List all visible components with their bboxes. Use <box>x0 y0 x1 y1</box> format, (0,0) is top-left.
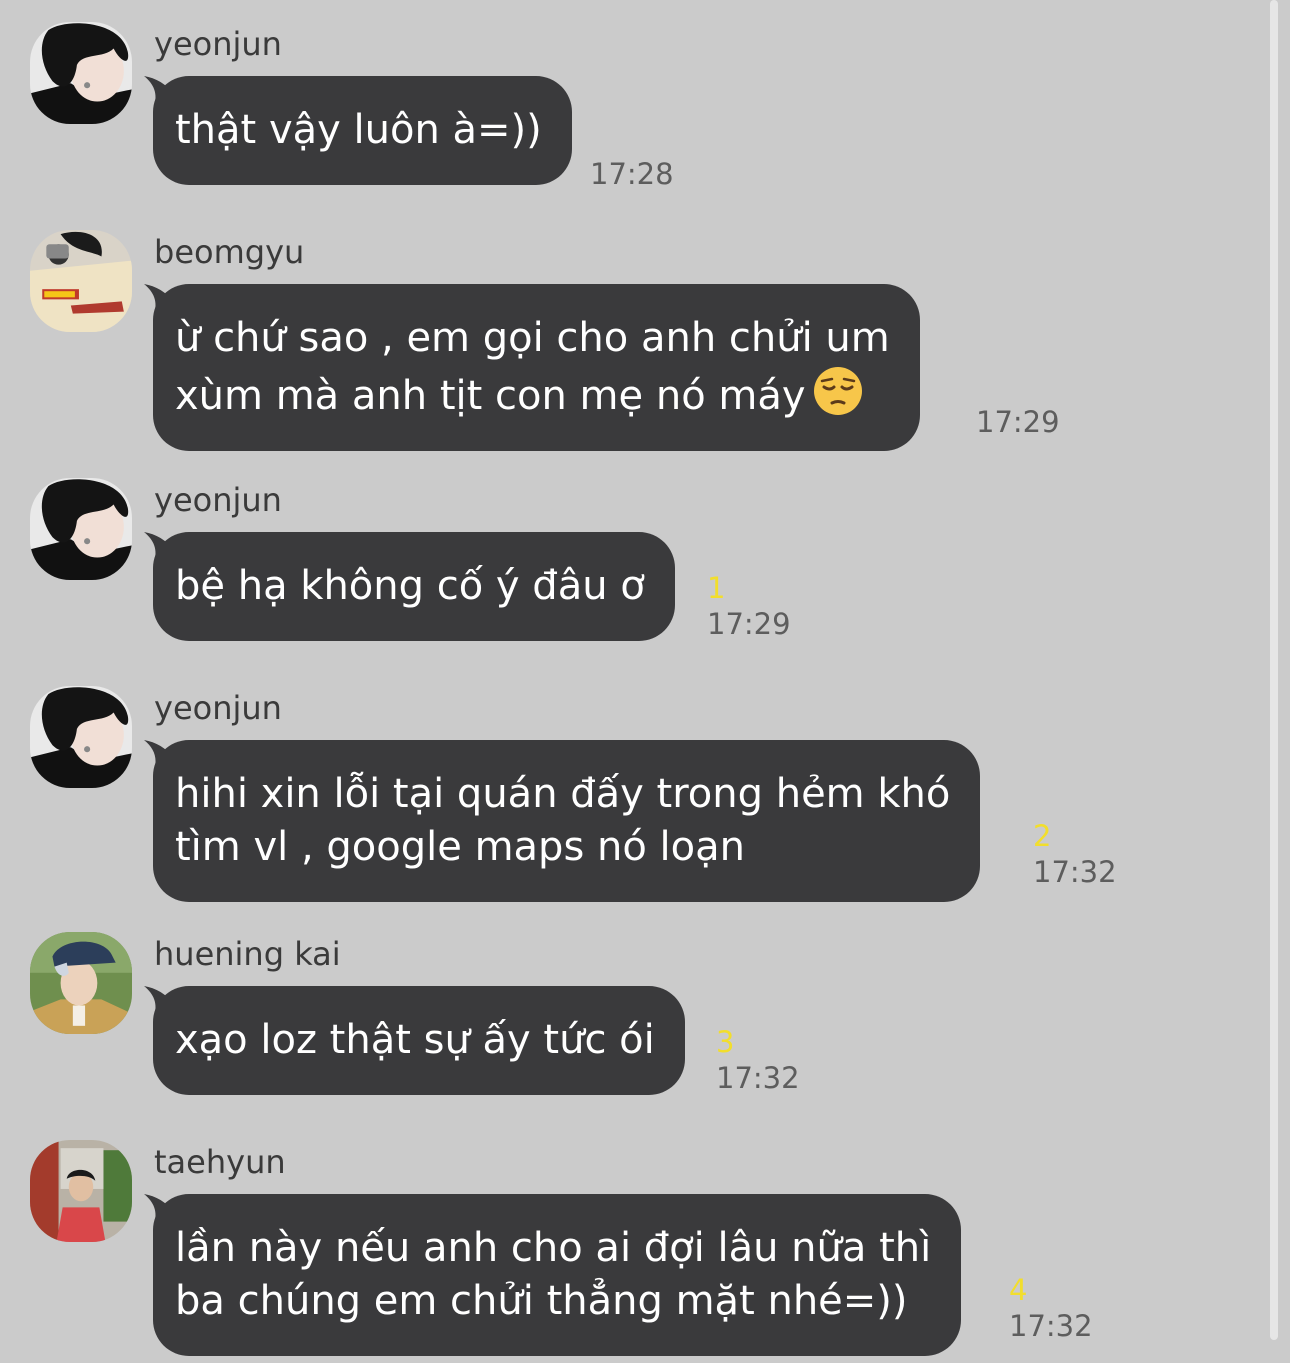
message-bubble[interactable]: hihi xin lỗi tại quán đấy trong hẻm khó … <box>153 740 981 902</box>
avatar-taehyun-icon[interactable] <box>30 1140 132 1242</box>
message-time: 17:32 <box>716 1061 800 1095</box>
avatar-hueningkai-icon[interactable] <box>30 932 132 1034</box>
message-meta: 17:29 <box>976 404 1060 440</box>
sender-name: yeonjun <box>154 689 282 727</box>
message-time: 17:29 <box>976 405 1060 439</box>
message-time: 17:29 <box>707 607 791 641</box>
avatar-yeonjun-icon[interactable] <box>30 478 132 580</box>
message-meta: 2 17:32 <box>1033 818 1117 890</box>
message-line-wrap: xùm mà anh tịt con mẹ nó máy <box>175 365 890 423</box>
message-meta: 1 17:29 <box>707 570 791 642</box>
message-time: 17:32 <box>1009 1309 1093 1343</box>
sender-name: beomgyu <box>154 233 305 271</box>
message-line: xùm mà anh tịt con mẹ nó máy <box>175 373 806 419</box>
message-line: tìm vl , google maps nó loạn <box>175 824 745 870</box>
message-bubble[interactable]: ừ chứ sao , em gọi cho anh chửi um xùm m… <box>153 284 920 451</box>
message-line: hihi xin lỗi tại quán đấy trong hẻm khó <box>175 771 951 817</box>
message-line: ừ chứ sao , em gọi cho anh chửi um <box>175 315 890 361</box>
sender-name: yeonjun <box>154 481 282 519</box>
message-meta: 17:28 <box>590 156 674 192</box>
avatar-yeonjun-icon[interactable] <box>30 686 132 788</box>
message-line: bệ hạ không cố ý đâu ơ <box>175 563 645 609</box>
message-meta: 4 17:32 <box>1009 1272 1093 1344</box>
message-meta: 3 17:32 <box>716 1024 800 1096</box>
message-line: thật vậy luôn à=)) <box>175 107 542 153</box>
message-time: 17:32 <box>1033 855 1117 889</box>
avatar-beomgyu-icon[interactable] <box>30 230 132 332</box>
avatar-yeonjun-icon[interactable] <box>30 22 132 124</box>
unread-count: 2 <box>1033 819 1052 853</box>
sender-name: taehyun <box>154 1143 286 1181</box>
unread-count: 4 <box>1009 1273 1028 1307</box>
sender-name: huening kai <box>154 935 341 973</box>
message-line: ba chúng em chửi thẳng mặt nhé=)) <box>175 1278 908 1324</box>
message-bubble[interactable]: thật vậy luôn à=)) <box>153 76 572 185</box>
message-bubble[interactable]: xạo loz thật sự ấy tức ói <box>153 986 685 1095</box>
unread-count: 1 <box>707 571 726 605</box>
unread-count: 3 <box>716 1025 735 1059</box>
message-time: 17:28 <box>590 157 674 191</box>
message-line: xạo loz thật sự ấy tức ói <box>175 1017 655 1063</box>
chat-thread[interactable]: yeonjun thật vậy luôn à=)) 17:28 beomgyu… <box>0 0 1290 1363</box>
message-line: lần này nếu anh cho ai đợi lâu nữa thì <box>175 1225 932 1271</box>
pensive-face-emoji-icon <box>813 367 862 415</box>
message-bubble[interactable]: bệ hạ không cố ý đâu ơ <box>153 532 675 641</box>
scrollbar[interactable] <box>1270 0 1278 1340</box>
sender-name: yeonjun <box>154 25 282 63</box>
message-bubble[interactable]: lần này nếu anh cho ai đợi lâu nữa thì b… <box>153 1194 962 1356</box>
